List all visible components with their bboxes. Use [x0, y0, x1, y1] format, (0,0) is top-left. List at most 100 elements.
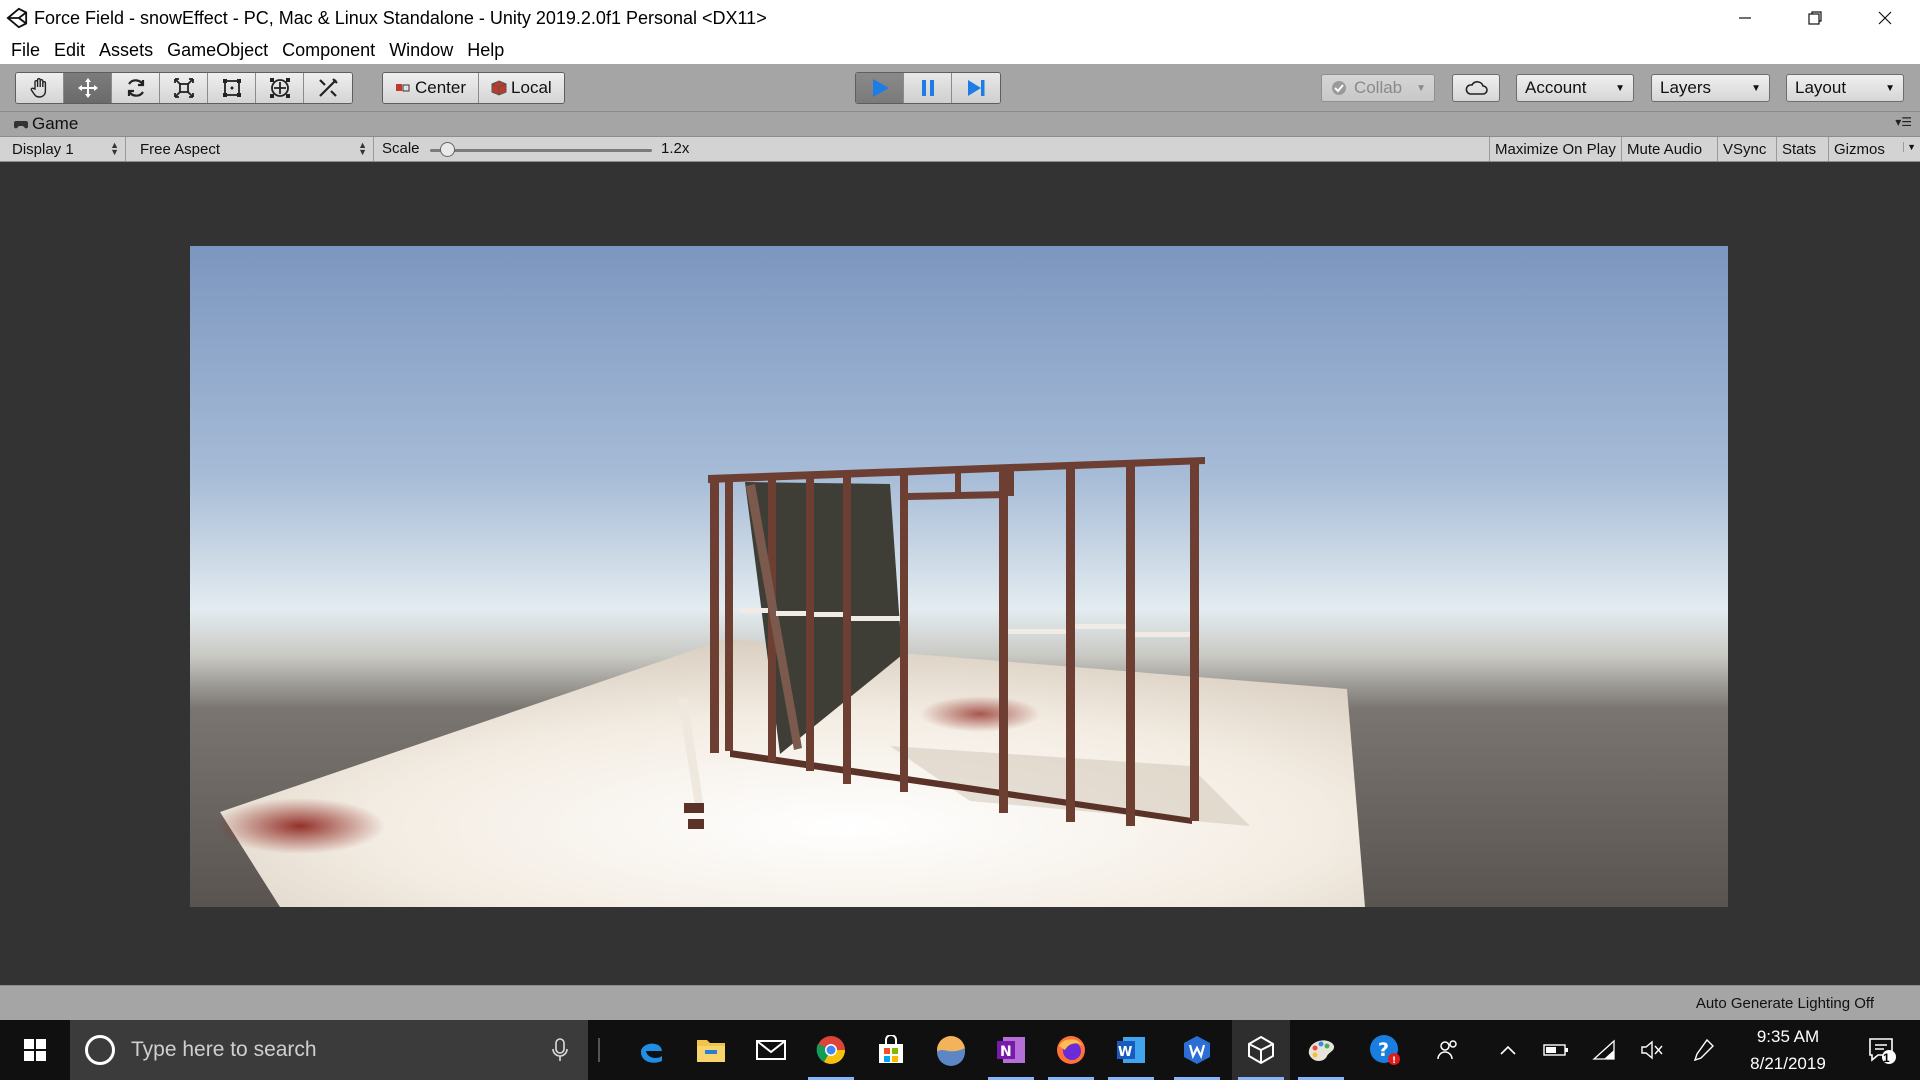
- chevron-down-icon: ▼: [1615, 82, 1625, 94]
- menu-assets[interactable]: Assets: [92, 40, 160, 61]
- taskbar-clock[interactable]: 9:35 AM 8/21/2019: [1730, 1020, 1846, 1080]
- collab-dropdown[interactable]: Collab ▼: [1321, 74, 1435, 102]
- chevron-up-icon: [1500, 1045, 1516, 1055]
- account-dropdown[interactable]: Account ▼: [1516, 74, 1634, 102]
- step-button[interactable]: [952, 73, 1000, 103]
- chrome-icon: [816, 1036, 845, 1064]
- word-taskbar-button[interactable]: W: [1102, 1020, 1160, 1080]
- photos-taskbar-button[interactable]: [922, 1020, 980, 1080]
- layout-dropdown[interactable]: Layout ▼: [1786, 74, 1904, 102]
- chevron-down-icon: ▼: [1751, 82, 1761, 94]
- layout-label: Layout: [1795, 78, 1847, 97]
- play-button[interactable]: [856, 73, 904, 103]
- wifi-tray-button[interactable]: [1584, 1020, 1624, 1080]
- restore-button[interactable]: [1780, 0, 1850, 36]
- wps-taskbar-button[interactable]: [1168, 1020, 1226, 1080]
- game-viewport[interactable]: [190, 246, 1728, 907]
- game-view: [0, 162, 1920, 985]
- maximize-on-play-label: Maximize On Play: [1495, 140, 1616, 158]
- svg-text:W: W: [1118, 1045, 1132, 1060]
- tab-options-icon[interactable]: ▾☰: [1895, 115, 1912, 129]
- minimize-button[interactable]: [1710, 0, 1780, 36]
- lighting-status[interactable]: Auto Generate Lighting Off: [1696, 995, 1874, 1012]
- game-controller-icon: [14, 121, 28, 129]
- menu-edit[interactable]: Edit: [47, 40, 92, 61]
- vsync-toggle[interactable]: VSync: [1717, 137, 1771, 161]
- store-taskbar-button[interactable]: [862, 1020, 920, 1080]
- windows-taskbar: Type here to search N W ?! 9:35 AM 8/21/…: [0, 1020, 1920, 1080]
- pivot-center-icon: [396, 84, 410, 92]
- gizmos-toggle[interactable]: Gizmos ▼: [1828, 137, 1920, 161]
- svg-text:?: ?: [1378, 1039, 1389, 1061]
- scale-slider-track[interactable]: [430, 149, 652, 152]
- show-hidden-icons-button[interactable]: [1488, 1020, 1528, 1080]
- custom-tool-button[interactable]: [304, 73, 352, 103]
- mail-taskbar-button[interactable]: [742, 1020, 800, 1080]
- paint-taskbar-button[interactable]: [1292, 1020, 1350, 1080]
- mail-icon: [756, 1040, 786, 1060]
- unity-taskbar-button[interactable]: [1232, 1020, 1290, 1080]
- collab-label: Collab: [1353, 78, 1403, 97]
- scale-slider-thumb[interactable]: [440, 142, 456, 157]
- scale-value: 1.2x: [661, 140, 690, 157]
- maximize-on-play-toggle[interactable]: Maximize On Play: [1489, 137, 1621, 161]
- chevron-down-icon[interactable]: ▼: [1903, 142, 1916, 152]
- scale-tool-button[interactable]: [160, 73, 208, 103]
- aspect-dropdown[interactable]: Free Aspect ▲ ▼: [134, 137, 374, 161]
- pause-button[interactable]: [904, 73, 952, 103]
- chrome-taskbar-button[interactable]: [802, 1020, 860, 1080]
- microphone-icon[interactable]: [552, 1038, 568, 1062]
- menu-bar: File Edit Assets GameObject Component Wi…: [0, 36, 1920, 64]
- game-tab-label: Game: [32, 114, 79, 133]
- notification-icon: [1869, 1038, 1896, 1064]
- onenote-icon: N: [997, 1037, 1025, 1063]
- windows-logo-icon: [24, 1039, 46, 1061]
- volume-tray-button[interactable]: [1632, 1020, 1672, 1080]
- menu-file[interactable]: File: [4, 40, 47, 61]
- action-center-button[interactable]: 1: [1852, 1020, 1912, 1080]
- explorer-taskbar-button[interactable]: [682, 1020, 740, 1080]
- rendered-scene: [190, 246, 1728, 907]
- pivot-mode-button[interactable]: Center: [383, 73, 480, 103]
- scale-label: Scale: [382, 140, 420, 157]
- menu-help[interactable]: Help: [460, 40, 511, 61]
- menu-component[interactable]: Component: [275, 40, 382, 61]
- firefox-taskbar-button[interactable]: [1042, 1020, 1100, 1080]
- menu-window[interactable]: Window: [382, 40, 460, 61]
- svg-text:N: N: [1000, 1044, 1012, 1060]
- stats-toggle[interactable]: Stats: [1776, 137, 1821, 161]
- hand-tool-button[interactable]: [16, 73, 64, 103]
- cloud-button[interactable]: [1452, 74, 1500, 102]
- battery-tray-button[interactable]: [1536, 1020, 1576, 1080]
- taskbar-search[interactable]: Type here to search: [70, 1020, 588, 1080]
- pivot-rotation-button[interactable]: Local: [479, 73, 564, 103]
- pen-icon: [1693, 1038, 1714, 1062]
- paint-icon: [1308, 1040, 1335, 1061]
- rotate-tool-button[interactable]: [112, 73, 160, 103]
- edge-taskbar-button[interactable]: [622, 1020, 680, 1080]
- scale-icon: [173, 78, 194, 98]
- mute-audio-toggle[interactable]: Mute Audio: [1621, 137, 1707, 161]
- help-icon: ?!: [1370, 1035, 1400, 1066]
- window-title: Force Field - snowEffect - PC, Mac & Lin…: [34, 7, 767, 28]
- start-button[interactable]: [0, 1020, 70, 1080]
- menu-gameobject[interactable]: GameObject: [160, 40, 275, 61]
- people-tray-button[interactable]: [1428, 1020, 1468, 1080]
- wifi-icon: [1592, 1039, 1615, 1060]
- notification-count: 1: [1883, 1051, 1890, 1065]
- move-tool-button[interactable]: [64, 73, 112, 103]
- display-dropdown[interactable]: Display 1 ▲ ▼: [0, 137, 126, 161]
- rect-transform-icon: [222, 79, 241, 97]
- pen-tray-button[interactable]: [1684, 1020, 1724, 1080]
- layers-dropdown[interactable]: Layers ▼: [1651, 74, 1770, 102]
- onenote-taskbar-button[interactable]: N: [982, 1020, 1040, 1080]
- close-button[interactable]: [1850, 0, 1920, 36]
- playback-controls: [855, 72, 1001, 104]
- help-taskbar-button[interactable]: ?!: [1356, 1020, 1414, 1080]
- rect-tool-button[interactable]: [208, 73, 256, 103]
- transform-tool-button[interactable]: [256, 73, 304, 103]
- cortana-icon: [85, 1035, 115, 1065]
- move-arrows-icon: [77, 78, 98, 98]
- game-tab[interactable]: Game ▾☰: [0, 112, 1920, 136]
- firefox-icon: [1057, 1036, 1085, 1064]
